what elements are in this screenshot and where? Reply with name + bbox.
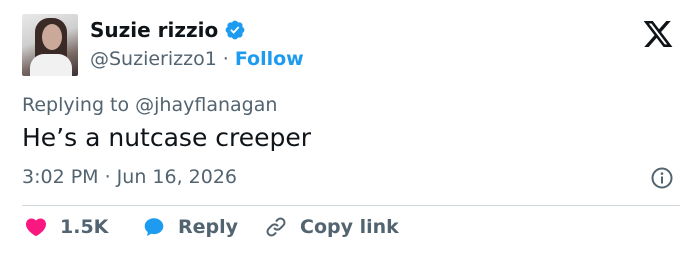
copy-link-button[interactable]: Copy link: [264, 215, 399, 239]
user-name-row: Suzie rizzio: [90, 18, 246, 42]
reply-button[interactable]: Reply: [142, 215, 238, 239]
heart-icon: [25, 218, 47, 237]
replying-to: Replying to @jhayflanagan: [22, 94, 278, 116]
divider: [22, 205, 680, 206]
separator-dot: ·: [222, 48, 229, 70]
user-name[interactable]: Suzie rizzio: [90, 18, 218, 42]
x-logo-icon[interactable]: [640, 18, 676, 50]
link-icon: [266, 217, 286, 237]
reply-label: Reply: [178, 216, 239, 238]
avatar[interactable]: [22, 14, 78, 76]
copy-link-label: Copy link: [300, 216, 399, 238]
like-count: 1.5K: [60, 216, 109, 238]
like-button[interactable]: 1.5K: [24, 215, 108, 239]
verified-badge-icon: [225, 20, 245, 40]
follow-button[interactable]: Follow: [235, 48, 304, 70]
speech-bubble-icon: [144, 218, 164, 236]
tweet-text: He’s a nutcase creeper: [22, 123, 312, 152]
info-icon[interactable]: [650, 166, 674, 190]
user-handle[interactable]: @Suzierizzo1: [90, 48, 217, 70]
tweet-timestamp[interactable]: 3:02 PM · Jun 16, 2026: [22, 166, 237, 188]
handle-row: @Suzierizzo1 · Follow: [90, 48, 304, 70]
